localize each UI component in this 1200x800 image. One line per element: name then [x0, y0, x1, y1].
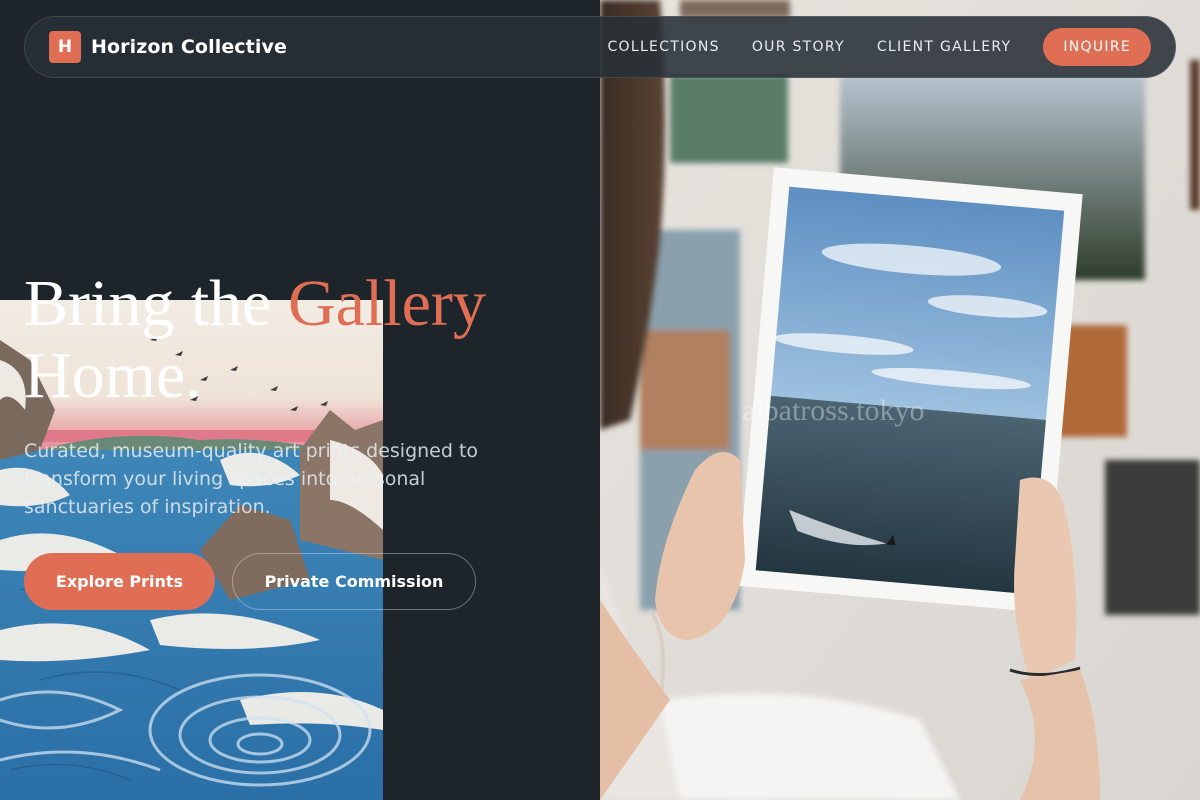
nav-links: COLLECTIONS OUR STORY CLIENT GALLERY INQ… [607, 28, 1151, 66]
private-commission-button[interactable]: Private Commission [232, 553, 476, 610]
hero-title-post: Home. [24, 339, 202, 412]
hero-photo: albatross.tokyo [600, 0, 1200, 800]
brand-logo-icon: H [49, 31, 81, 63]
brand[interactable]: H Horizon Collective [49, 31, 287, 63]
nav-link-client-gallery[interactable]: CLIENT GALLERY [877, 39, 1011, 55]
hero-title-pre: Bring the [24, 267, 288, 340]
hero-subtitle: Curated, museum-quality art prints desig… [24, 440, 479, 518]
top-nav: H Horizon Collective COLLECTIONS OUR STO… [24, 16, 1176, 78]
nav-link-our-story[interactable]: OUR STORY [752, 39, 845, 55]
nav-link-collections[interactable]: COLLECTIONS [607, 39, 719, 55]
photo-watermark: albatross.tokyo [742, 394, 924, 427]
brand-name: Horizon Collective [91, 36, 287, 58]
hero-title-accent: Gallery [287, 267, 486, 340]
explore-prints-button[interactable]: Explore Prints [24, 553, 215, 610]
inquire-button[interactable]: INQUIRE [1043, 28, 1151, 66]
hero-title: Bring the Gallery Home. [24, 268, 584, 412]
